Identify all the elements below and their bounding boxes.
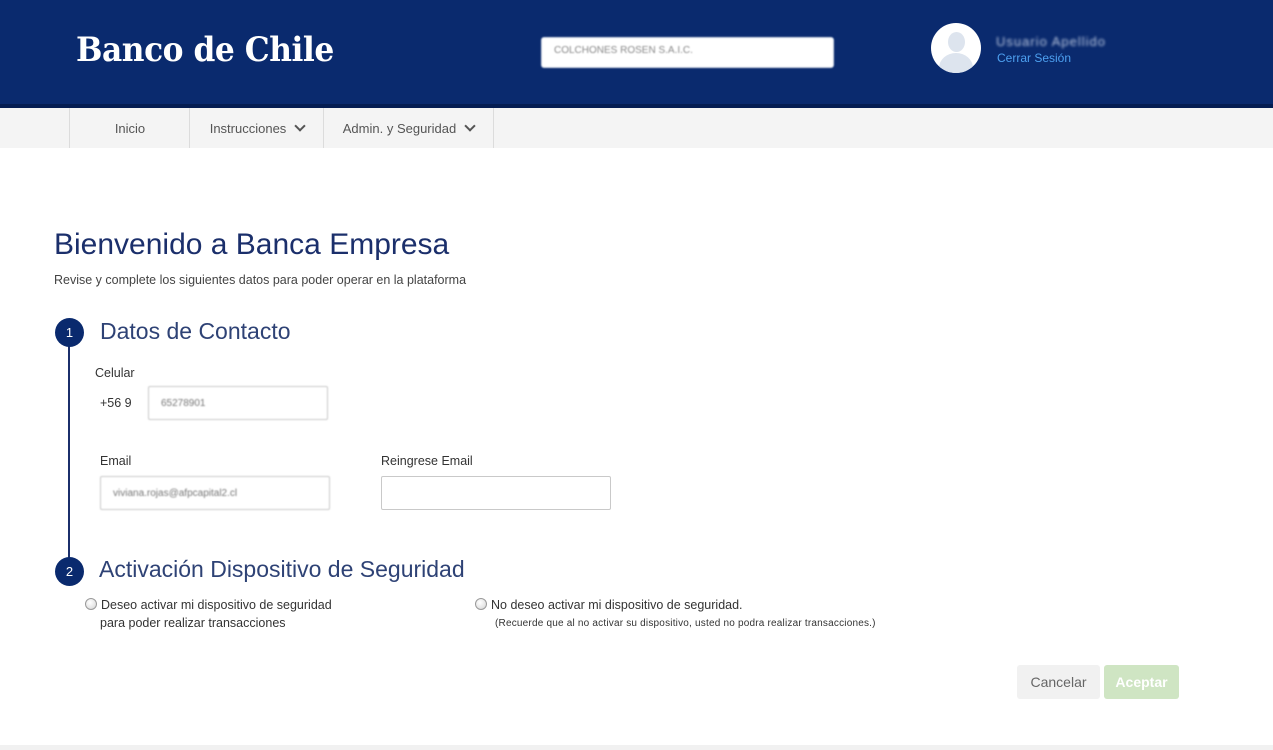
email-label: Email	[100, 454, 132, 468]
activate-device-label[interactable]: Deseo activar mi dispositivo de segurida…	[100, 596, 332, 632]
activate-device-label-line2: para poder realizar transacciones	[100, 616, 286, 630]
company-selector[interactable]: COLCHONES ROSEN S.A.I.C.	[541, 37, 834, 68]
activate-device-radio[interactable]	[85, 598, 97, 610]
nav-item-admin-seguridad[interactable]: Admin. y Seguridad	[323, 108, 494, 148]
nav-item-instrucciones[interactable]: Instrucciones	[189, 108, 324, 148]
no-activate-device-note: (Recuerde que al no activar su dispositi…	[495, 618, 876, 629]
cancel-button[interactable]: Cancelar	[1017, 665, 1100, 699]
page-subtitle: Revise y complete los siguientes datos p…	[54, 273, 467, 287]
accept-button[interactable]: Aceptar	[1104, 665, 1179, 699]
celular-label: Celular	[95, 366, 135, 380]
chevron-down-icon	[294, 120, 306, 132]
top-header: Banco de Chile COLCHONES ROSEN S.A.I.C. …	[0, 0, 1273, 108]
celular-prefix: +56 9	[100, 396, 132, 410]
celular-input[interactable]	[148, 386, 328, 420]
step-2-badge: 2	[55, 557, 84, 586]
no-activate-device-radio[interactable]	[475, 598, 487, 610]
avatar-body	[939, 53, 973, 73]
main-nav: Inicio Instrucciones Admin. y Seguridad	[0, 108, 1273, 148]
user-avatar-icon	[931, 23, 981, 73]
nav-item-label: Inicio	[114, 120, 146, 136]
reemail-label: Reingrese Email	[381, 454, 473, 468]
avatar-head	[948, 32, 965, 52]
reemail-input[interactable]	[381, 476, 611, 510]
chevron-down-icon	[464, 120, 476, 132]
step-1-title: Datos de Contacto	[100, 318, 291, 344]
nav-item-inicio[interactable]: Inicio	[69, 108, 190, 148]
logout-link[interactable]: Cerrar Sesión	[997, 51, 1071, 65]
step-2-title: Activación Dispositivo de Seguridad	[99, 556, 465, 582]
steps-timeline	[68, 335, 70, 570]
nav-item-label: Instrucciones	[209, 120, 287, 136]
footer-divider	[0, 745, 1273, 750]
activate-device-label-line1: Deseo activar mi dispositivo de segurida…	[101, 598, 332, 612]
page-title: Bienvenido a Banca Empresa	[54, 228, 450, 261]
bank-logo[interactable]: Banco de Chile	[76, 30, 334, 70]
email-input[interactable]	[100, 476, 330, 510]
nav-item-label: Admin. y Seguridad	[342, 120, 457, 136]
no-activate-device-label[interactable]: No deseo activar mi dispositivo de segur…	[491, 596, 743, 614]
step-1-badge: 1	[55, 318, 84, 347]
user-name: Usuario Apellido	[996, 34, 1106, 49]
